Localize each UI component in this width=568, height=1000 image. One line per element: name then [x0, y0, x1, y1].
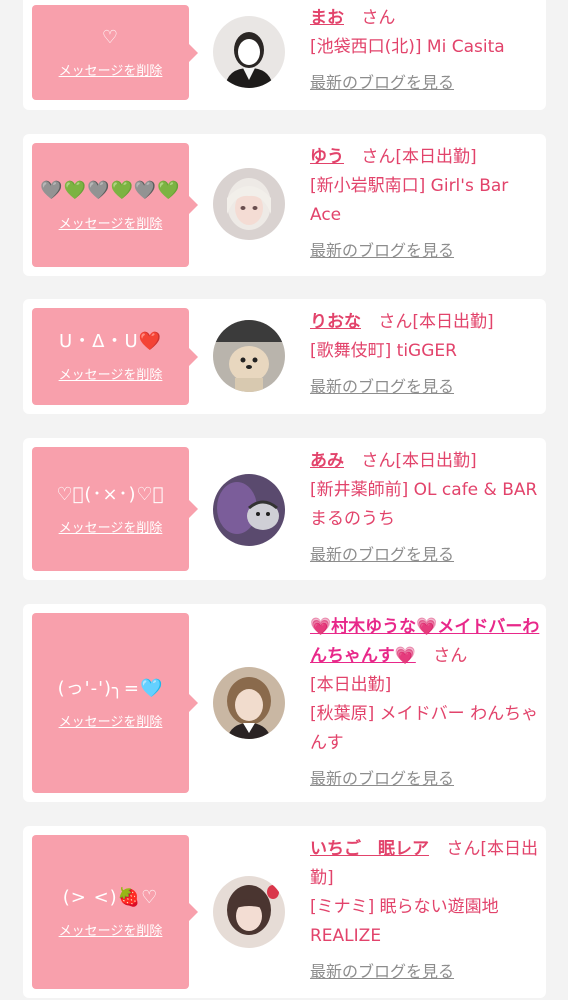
shop-label: [新井薬師前] OL cafe & BARまるのうち [310, 480, 538, 529]
member-info: いちご 眠レア さん[本日出勤] [ミナミ] 眠らない遊園地REALIZE 最新… [310, 835, 540, 986]
message-bubble: ♡ メッセージを削除 [32, 5, 198, 100]
work-status: [本日出勤] [395, 147, 477, 167]
message-card: (> <)🍓♡ メッセージを削除 いちご 眠レア さん[本日出勤] [ミナミ] … [23, 826, 546, 998]
message-card: ♡ メッセージを削除 まお さん [池袋西口(北)] Mi Casita 最新の… [23, 0, 546, 110]
message-text: (> <)🍓♡ [62, 886, 159, 908]
message-card: ᑌ・ᐃ・ᑌ❤️ メッセージを削除 りおな さん[本日出勤] [歌舞伎町] tiG… [23, 299, 546, 414]
avatar[interactable] [213, 474, 285, 546]
work-status: [本日出勤] [395, 451, 477, 471]
delete-message-link[interactable]: メッセージを削除 [59, 517, 163, 536]
member-info: あみ さん[本日出勤] [新井薬師前] OL cafe & BARまるのうち 最… [310, 447, 540, 569]
message-bubble: ♡ͦ(･×･)♡ͦ メッセージを削除 [32, 447, 198, 571]
message-text: ᑌ・ᐃ・ᑌ❤️ [58, 331, 163, 352]
message-card: 🩶💚🩶💚🩶💚 メッセージを削除 ゆう さん[本日出勤] [新小岩駅南口] Gir… [23, 134, 546, 276]
member-name-link[interactable]: まお [310, 8, 344, 28]
delete-message-link[interactable]: メッセージを削除 [59, 920, 163, 939]
member-name-link[interactable]: ゆう [310, 147, 344, 167]
message-card: (っ'-')╮=🩵 メッセージを削除 💗村木ゆうな💗メイドバーわんちゃんす💗 さ… [23, 604, 546, 802]
avatar[interactable] [213, 320, 285, 392]
avatar[interactable] [213, 168, 285, 240]
delete-message-link[interactable]: メッセージを削除 [59, 711, 163, 730]
shop-label: [ミナミ] 眠らない遊園地REALIZE [310, 897, 499, 946]
latest-blog-link[interactable]: 最新のブログを見る [310, 236, 540, 265]
latest-blog-link[interactable]: 最新のブログを見る [310, 540, 540, 569]
work-status: [本日出勤] [310, 675, 392, 695]
message-text: 🩶💚🩶💚🩶💚 [40, 179, 181, 201]
honorific: さん [378, 312, 413, 332]
message-bubble: ᑌ・ᐃ・ᑌ❤️ メッセージを削除 [32, 308, 198, 405]
honorific: さん [361, 451, 396, 471]
member-name-link[interactable]: 💗村木ゆうな💗メイドバーわんちゃんす💗 [310, 617, 539, 666]
delete-message-link[interactable]: メッセージを削除 [59, 60, 163, 79]
latest-blog-link[interactable]: 最新のブログを見る [310, 957, 540, 986]
latest-blog-link[interactable]: 最新のブログを見る [310, 68, 540, 97]
work-status: [本日出勤] [412, 312, 494, 332]
message-bubble: (っ'-')╮=🩵 メッセージを削除 [32, 613, 198, 793]
honorific: さん [446, 839, 481, 859]
delete-message-link[interactable]: メッセージを削除 [59, 213, 163, 232]
member-name-link[interactable]: いちご 眠レア [310, 839, 429, 859]
avatar[interactable] [213, 16, 285, 88]
honorific: さん [433, 646, 468, 666]
latest-blog-link[interactable]: 最新のブログを見る [310, 764, 540, 793]
latest-blog-link[interactable]: 最新のブログを見る [310, 372, 540, 401]
avatar[interactable] [213, 876, 285, 948]
shop-label: [池袋西口(北)] Mi Casita [310, 37, 505, 57]
avatar[interactable] [213, 667, 285, 739]
delete-message-link[interactable]: メッセージを削除 [59, 364, 163, 383]
member-info: まお さん [池袋西口(北)] Mi Casita 最新のブログを見る [310, 4, 540, 97]
message-card: ♡ͦ(･×･)♡ͦ メッセージを削除 あみ さん[本日出勤] [新井薬師前] O… [23, 438, 546, 580]
message-text: (っ'-')╮=🩵 [57, 677, 164, 699]
message-bubble: 🩶💚🩶💚🩶💚 メッセージを削除 [32, 143, 198, 267]
member-name-link[interactable]: りおな [310, 312, 361, 332]
message-bubble: (> <)🍓♡ メッセージを削除 [32, 835, 198, 989]
shop-label: [秋葉原] メイドバー わんちゃんす [310, 704, 539, 753]
member-name-link[interactable]: あみ [310, 451, 344, 471]
shop-label: [歌舞伎町] tiGGER [310, 341, 457, 361]
honorific: さん [361, 8, 396, 28]
message-text: ♡ͦ(･×･)♡ͦ [56, 483, 165, 505]
member-info: 💗村木ゆうな💗メイドバーわんちゃんす💗 さん [本日出勤] [秋葉原] メイドバ… [310, 613, 540, 793]
shop-label: [新小岩駅南口] Girl's Bar Ace [310, 176, 509, 225]
member-info: りおな さん[本日出勤] [歌舞伎町] tiGGER 最新のブログを見る [310, 308, 540, 401]
honorific: さん [361, 147, 396, 167]
member-info: ゆう さん[本日出勤] [新小岩駅南口] Girl's Bar Ace 最新のブ… [310, 143, 540, 265]
message-text: ♡ [101, 27, 120, 48]
